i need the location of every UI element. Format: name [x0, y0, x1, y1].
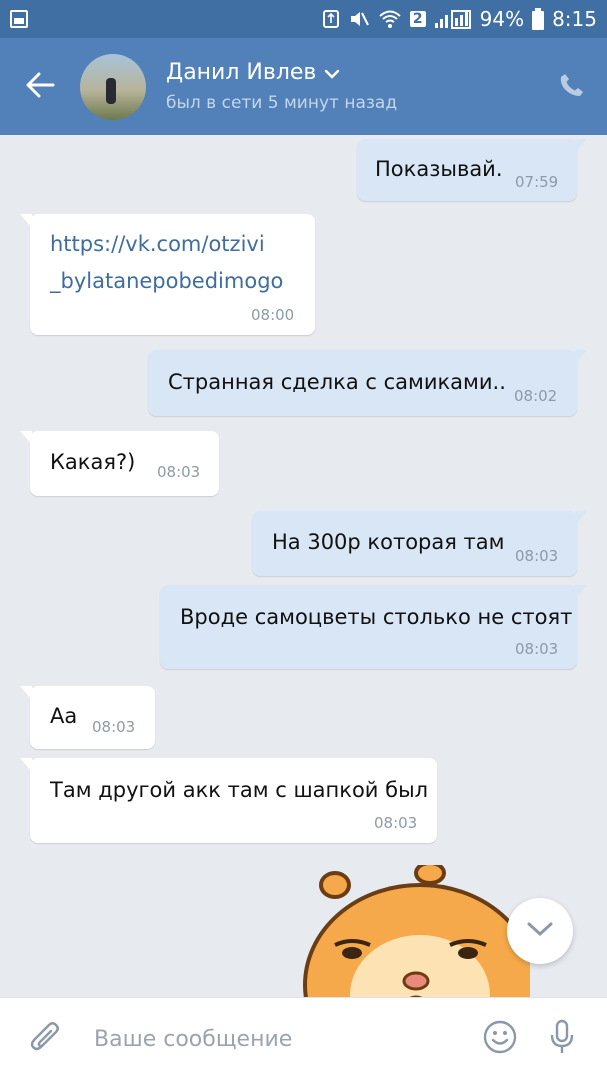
- message-time: 08:03: [157, 463, 201, 481]
- message-bubble[interactable]: Там другой акк там с шапкой был 08:03: [20, 758, 437, 843]
- back-button[interactable]: [0, 38, 80, 135]
- smile-icon: [482, 1019, 518, 1059]
- message-time: 08:03: [515, 640, 559, 658]
- message-link[interactable]: https://vk.com/otzivi: [50, 232, 265, 256]
- message-text: Показывай.: [375, 157, 503, 181]
- message-text: Там другой акк там с шапкой был: [50, 778, 429, 802]
- chevron-down-icon: [324, 60, 340, 85]
- contact-status: был в сети 5 минут назад: [166, 93, 398, 113]
- message-time: 08:03: [92, 718, 136, 736]
- message-bubble[interactable]: Аа 08:03: [20, 686, 155, 749]
- image-icon: [10, 10, 28, 28]
- message-bubble[interactable]: Странная сделка с самиками.. 08:02: [148, 350, 587, 416]
- clock: 8:15: [552, 7, 597, 31]
- sync-icon: [322, 9, 340, 29]
- wifi-icon: [378, 9, 402, 29]
- message-text: Аа: [50, 704, 78, 728]
- phone-icon: [558, 71, 586, 103]
- battery-icon: [532, 8, 545, 30]
- message-time: 08:02: [514, 387, 558, 405]
- chevron-down-icon: [526, 921, 554, 941]
- mute-icon: [348, 9, 370, 29]
- voice-button[interactable]: [531, 998, 593, 1080]
- message-time: 08:03: [374, 814, 418, 832]
- message-list[interactable]: Показывай. 07:59 https://vk.com/otzivi _…: [0, 135, 607, 997]
- message-text: На 300р которая там: [272, 530, 505, 554]
- microphone-icon: [549, 1019, 575, 1059]
- message-text: Вроде самоцветы столько не стоят: [180, 605, 573, 629]
- message-bubble[interactable]: https://vk.com/otzivi _bylatanepobedimog…: [20, 214, 315, 335]
- message-text: Странная сделка с самиками..: [168, 370, 506, 394]
- paperclip-icon: [30, 1020, 60, 1058]
- contact-name: Данил Ивлев: [166, 60, 317, 85]
- message-input[interactable]: [76, 1026, 469, 1052]
- message-bubble[interactable]: Показывай. 07:59: [357, 139, 587, 201]
- sim-badge: 2: [409, 11, 426, 27]
- message-time: 08:00: [251, 306, 295, 324]
- message-bubble[interactable]: Какая?) 08:03: [20, 431, 219, 496]
- scroll-down-button[interactable]: [507, 898, 573, 964]
- battery-percent: 94%: [479, 7, 525, 31]
- message-composer: [0, 997, 607, 1080]
- hamster-sticker[interactable]: [290, 861, 537, 997]
- emoji-button[interactable]: [469, 998, 531, 1080]
- message-text: Какая?): [50, 450, 136, 474]
- message-time: 07:59: [515, 173, 559, 191]
- status-bar: 2 94% 8:15: [0, 0, 607, 38]
- message-link-continued[interactable]: _bylatanepobedimogo: [50, 269, 283, 293]
- signal-icon: [434, 9, 472, 29]
- attach-button[interactable]: [14, 998, 76, 1080]
- call-button[interactable]: [537, 71, 607, 103]
- contact-info[interactable]: Данил Ивлев был в сети 5 минут назад: [166, 60, 537, 113]
- avatar[interactable]: [80, 53, 146, 120]
- message-bubble[interactable]: Вроде самоцветы столько не стоят 08:03: [160, 585, 587, 669]
- back-arrow-icon: [25, 67, 55, 107]
- chat-header: Данил Ивлев был в сети 5 минут назад: [0, 38, 607, 135]
- message-time: 08:03: [515, 547, 559, 565]
- message-bubble[interactable]: На 300р которая там 08:03: [252, 511, 587, 576]
